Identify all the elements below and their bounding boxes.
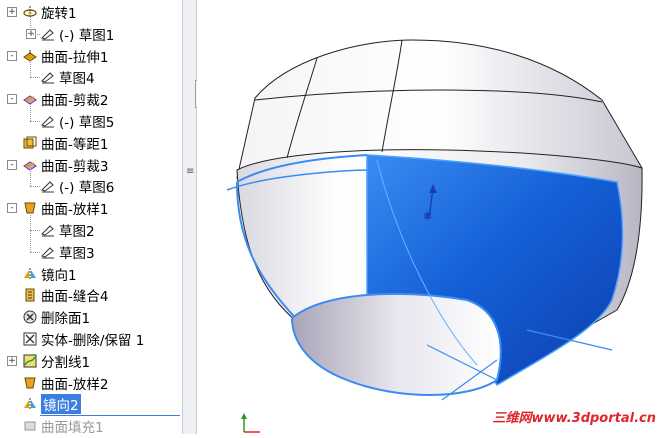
collapse-icon[interactable]: - xyxy=(7,94,17,105)
surface-offset-icon xyxy=(22,135,38,151)
tree-connector xyxy=(30,121,40,122)
tree-item[interactable]: 镜向2 xyxy=(0,393,182,415)
tree-item-label: 分割线1 xyxy=(41,354,91,371)
surface-knit-icon xyxy=(22,287,38,303)
selection-underline xyxy=(40,415,180,417)
tree-item[interactable]: 曲面-缝合4 xyxy=(0,284,182,306)
sketch-icon xyxy=(40,222,56,238)
sketch-icon xyxy=(40,69,56,85)
tree-item[interactable]: 草图4 xyxy=(0,56,182,88)
tree-item[interactable]: (-) 草图6 xyxy=(0,165,182,197)
tree-item[interactable]: (-) 草图5 xyxy=(0,100,182,132)
tree-item-label: 曲面-剪裁3 xyxy=(41,158,109,175)
sketch-icon xyxy=(40,26,56,42)
tree-item-label: 镜向1 xyxy=(41,267,77,284)
tree-item-label: 草图3 xyxy=(59,245,95,262)
tree-item-label: 草图4 xyxy=(59,71,95,88)
surface-loft-icon xyxy=(22,375,38,391)
panel-gutter xyxy=(183,0,197,434)
tree-item[interactable]: + 旋转1 xyxy=(0,1,182,23)
watermark-text: 三维网www.3dportal.cn xyxy=(492,411,656,426)
tree-item[interactable]: 曲面-放样2 xyxy=(0,372,182,394)
tree-item-label: 曲面-等距1 xyxy=(41,136,109,153)
surface-fill-icon xyxy=(22,418,38,434)
tree-item[interactable]: 草图3 xyxy=(0,230,182,263)
collapse-icon[interactable]: - xyxy=(7,50,17,61)
tree-item-label: (-) 草图6 xyxy=(59,180,115,197)
model-view: ✱ xyxy=(226,39,643,401)
tree-item-label: 曲面-放样1 xyxy=(41,202,109,219)
tree-item[interactable]: 镜向1 xyxy=(0,263,182,285)
mirror-icon xyxy=(22,266,38,282)
tree-connector xyxy=(30,230,31,252)
tree-item[interactable]: + (-) 草图1 xyxy=(0,12,182,45)
tree-item-label: 实体-删除/保留 1 xyxy=(41,333,145,349)
tree-connector xyxy=(30,165,31,187)
expand-icon[interactable]: + xyxy=(7,7,17,17)
svg-text:✱: ✱ xyxy=(423,210,432,223)
tree-item-label: 曲面填充1 xyxy=(41,420,104,434)
split-line-icon xyxy=(22,353,38,369)
tree-connector xyxy=(30,12,31,34)
tree-connector xyxy=(30,100,31,121)
tree-connector xyxy=(30,209,31,230)
sketch-icon xyxy=(40,178,56,194)
body-delete-icon xyxy=(22,331,38,347)
tree-item[interactable]: 草图2 xyxy=(0,209,182,241)
tree-item[interactable]: - 曲面-剪裁3 xyxy=(0,154,182,176)
tree-item[interactable]: 曲面填充1 xyxy=(0,415,182,434)
tree-item-label: (-) 草图1 xyxy=(59,27,115,44)
tree-item[interactable]: 曲面-等距1 xyxy=(0,132,182,154)
tree-item-label: 删除面1 xyxy=(41,311,91,328)
splitter-sash-icon[interactable]: ≡ xyxy=(186,166,194,177)
tree-item-label: (-) 草图5 xyxy=(59,115,115,131)
sketch-icon xyxy=(40,244,56,260)
tree-item-label: 曲面-剪裁2 xyxy=(41,93,109,110)
tree-item[interactable]: + 分割线1 xyxy=(0,350,182,372)
tree-item-label: 镜向2 xyxy=(41,394,81,415)
tree-item[interactable]: 删除面1 xyxy=(0,306,182,328)
mirror-icon xyxy=(22,396,38,412)
tree-connector xyxy=(30,186,40,188)
tree-item-label: 曲面-拉伸1 xyxy=(41,49,109,66)
tree-connector xyxy=(30,77,40,79)
tree-connector xyxy=(30,230,40,231)
tree-connector xyxy=(30,56,31,78)
graphics-viewport[interactable]: ✱ xyxy=(197,0,662,434)
tree-connector xyxy=(30,251,40,253)
tree-item[interactable]: - 曲面-剪裁2 xyxy=(0,88,182,110)
axis-triad-icon xyxy=(236,412,266,438)
tree-connector xyxy=(30,33,40,35)
tree-item-label: 曲面-放样2 xyxy=(41,376,109,393)
collapse-icon[interactable]: - xyxy=(7,159,17,170)
sketch-icon xyxy=(40,113,56,129)
tree-item-label: 旋转1 xyxy=(41,6,77,22)
tree-item[interactable]: - 曲面-拉伸1 xyxy=(0,45,182,67)
collapse-icon[interactable]: - xyxy=(7,203,17,214)
delete-face-icon xyxy=(22,309,38,325)
tree-item-label: 曲面-缝合4 xyxy=(41,289,109,306)
tree-item-label: 草图2 xyxy=(59,224,95,240)
feature-manager-tree[interactable]: + 旋转1 + (-) 草图1- 曲面-拉伸1 草图4- 曲面-剪裁2 (-) 草图5 曲面-等… xyxy=(0,0,183,434)
tree-item[interactable]: 实体-删除/保留 1 xyxy=(0,328,182,350)
tree-item[interactable]: - 曲面-放样1 xyxy=(0,197,182,219)
expand-icon[interactable]: + xyxy=(7,355,17,366)
